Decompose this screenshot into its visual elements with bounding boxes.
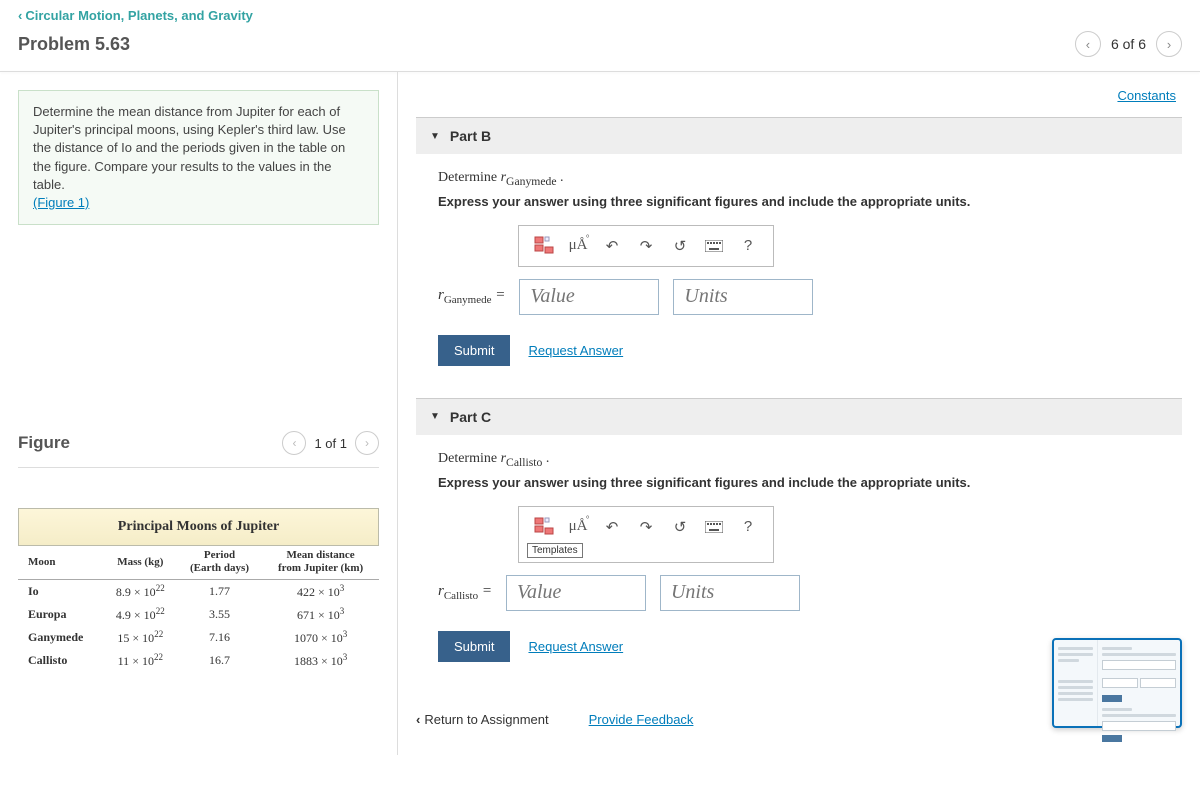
part-b-submit-button[interactable]: Submit — [438, 335, 510, 366]
figure-title: Figure — [18, 433, 70, 453]
help-button[interactable]: ? — [731, 513, 765, 541]
part-c-value-input[interactable] — [506, 575, 646, 611]
part-c-submit-button[interactable]: Submit — [438, 631, 510, 662]
part-b-label: Part B — [450, 128, 491, 144]
breadcrumb[interactable]: ‹Circular Motion, Planets, and Gravity — [18, 8, 253, 23]
figure-pager-label: 1 of 1 — [314, 436, 347, 451]
chevron-down-icon: ▼ — [430, 131, 440, 142]
table-row: Ganymede 15 × 1022 7.16 1070 × 103 — [18, 626, 379, 649]
table-row: Io 8.9 × 1022 1.77 422 × 103 — [18, 579, 379, 603]
breadcrumb-label: Circular Motion, Planets, and Gravity — [25, 8, 253, 23]
special-chars-button[interactable]: μÅ — [561, 513, 595, 541]
[interactable]: ‹Return to Assignment — [416, 712, 549, 727]
chevron-left-icon: ‹ — [18, 8, 22, 23]
undo-button[interactable]: ↶ — [595, 513, 629, 541]
reset-button[interactable]: ↺ — [663, 232, 697, 260]
pager-label: 6 of 6 — [1111, 36, 1146, 52]
templates-button[interactable] — [527, 513, 561, 541]
prompt-text: Determine the mean distance from Jupiter… — [33, 104, 346, 192]
part-b-request-answer[interactable]: Request Answer — [528, 343, 623, 358]
col-moon: Moon — [18, 546, 104, 579]
prev-problem-button[interactable]: ‹ — [1075, 31, 1101, 57]
help-button[interactable]: ? — [731, 232, 765, 260]
templates-button[interactable] — [527, 232, 561, 260]
chevron-left-icon: ‹ — [416, 712, 420, 727]
col-mass: Mass (kg) — [104, 546, 177, 579]
figure-link[interactable]: (Figure 1) — [33, 195, 89, 210]
constants-link-row: Constants — [416, 78, 1182, 117]
part-b-value-input[interactable] — [519, 279, 659, 315]
keyboard-button[interactable] — [697, 232, 731, 260]
keyboard-button[interactable] — [697, 513, 731, 541]
reset-button[interactable]: ↺ — [663, 513, 697, 541]
special-chars-button[interactable]: μÅ — [561, 232, 595, 260]
part-b-units-input[interactable] — [673, 279, 813, 315]
table-title: Principal Moons of Jupiter — [18, 508, 379, 546]
templates-tooltip: Templates — [527, 543, 583, 558]
part-c-label: Part C — [450, 409, 491, 425]
col-dist: Mean distancefrom Jupiter (km) — [262, 546, 379, 579]
figure-prev-button[interactable]: ‹ — [282, 431, 306, 455]
part-b-instruction: Express your answer using three signific… — [438, 194, 1160, 209]
constants-link[interactable]: Constants — [1117, 88, 1176, 103]
part-c-toolbar: μÅ ↶ ↷ ↺ ? Templates — [518, 506, 774, 563]
problem-pager: ‹ 6 of 6 › — [1075, 31, 1182, 57]
part-b-toolbar: μÅ ↶ ↷ ↺ ? — [518, 225, 774, 267]
table-row: Callisto 11 × 1022 16.7 1883 × 103 — [18, 649, 379, 672]
part-c-instruction: Express your answer using three signific… — [438, 475, 1160, 490]
figure-next-button[interactable]: › — [355, 431, 379, 455]
part-c-determine: Determine rCallisto . — [438, 451, 1160, 469]
part-c-units-input[interactable] — [660, 575, 800, 611]
next-problem-button[interactable]: › — [1156, 31, 1182, 57]
provide-feedback-link[interactable]: Provide Feedback — [589, 712, 694, 727]
chevron-down-icon: ▼ — [430, 411, 440, 422]
col-period: Period(Earth days) — [177, 546, 262, 579]
undo-button[interactable]: ↶ — [595, 232, 629, 260]
part-c-header[interactable]: ▼ Part C — [416, 399, 1182, 435]
part-b-header[interactable]: ▼ Part B — [416, 118, 1182, 154]
part-b-lhs: rGanymede = — [438, 287, 505, 306]
moons-table: Principal Moons of Jupiter Moon Mass (kg… — [18, 508, 379, 671]
redo-button[interactable]: ↷ — [629, 513, 663, 541]
redo-button[interactable]: ↷ — [629, 232, 663, 260]
page-thumbnail[interactable] — [1052, 638, 1182, 728]
part-c-lhs: rCallisto = — [438, 583, 492, 602]
page-title: Problem 5.63 — [18, 34, 130, 55]
table-row: Europa 4.9 × 1022 3.55 671 × 103 — [18, 603, 379, 626]
part-b-determine: Determine rGanymede . — [438, 170, 1160, 188]
part-c-request-answer[interactable]: Request Answer — [528, 639, 623, 654]
problem-prompt: Determine the mean distance from Jupiter… — [18, 90, 379, 225]
